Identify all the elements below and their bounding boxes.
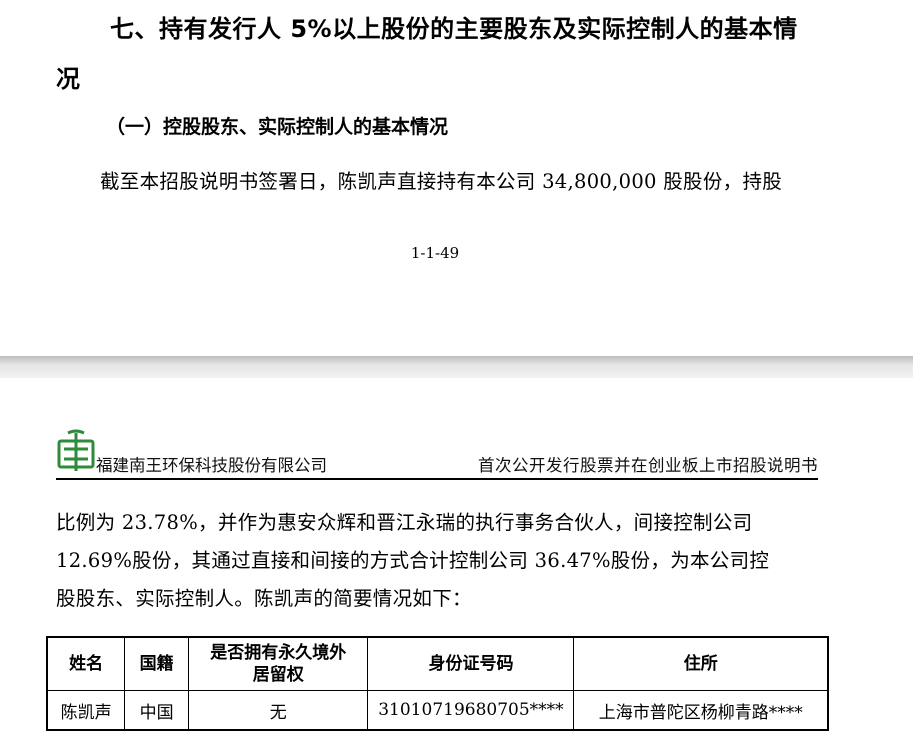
section-heading-line-1: 七、持有发行人 5%以上股份的主要股东及实际控制人的基本情 (110, 15, 798, 43)
header-permanent-residency: 是否拥有永久境外居留权 (188, 636, 369, 691)
document-title: 首次公开发行股票并在创业板上市招股说明书 (478, 456, 818, 475)
company-name: 福建南王环保科技股份有限公司 (96, 456, 327, 475)
header-id-number: 身份证号码 (367, 636, 575, 691)
header-address: 住所 (573, 636, 829, 691)
cell-permanent-residency: 无 (188, 690, 369, 731)
controller-info-table: 姓名 国籍 是否拥有永久境外居留权 身份证号码 住所 陈凯声 中国 无 3101… (46, 636, 829, 731)
cell-name: 陈凯声 (46, 690, 126, 731)
section-heading: 七、持有发行人 5%以上股份的主要股东及实际控制人的基本情 况 (56, 4, 836, 104)
company-logo-icon (57, 429, 95, 471)
document-page-lower: 福建南王环保科技股份有限公司 首次公开发行股票并在创业板上市招股说明书 比例为 … (0, 378, 913, 738)
header-nationality: 国籍 (124, 636, 190, 691)
cell-nationality: 中国 (124, 690, 190, 731)
body-paragraph: 截至本招股说明书签署日，陈凯声直接持有本公司 34,800,000 股股份，持股 (100, 170, 783, 193)
page-separator (0, 356, 913, 378)
page-header: 福建南王环保科技股份有限公司 首次公开发行股票并在创业板上市招股说明书 (56, 429, 818, 479)
paragraph-line: 比例为 23.78%，并作为惠安众辉和晋江永瑞的执行事务合伙人，间接控制公司 (56, 511, 753, 534)
body-paragraph-continued: 比例为 23.78%，并作为惠安众辉和晋江永瑞的执行事务合伙人，间接控制公司 1… (56, 504, 826, 618)
section-heading-line-2: 况 (56, 65, 81, 93)
cell-id-number: 31010719680705**** (367, 690, 575, 731)
document-page-upper: 七、持有发行人 5%以上股份的主要股东及实际控制人的基本情 况 （一）控股股东、… (0, 0, 913, 356)
paragraph-line: 12.69%股份，其通过直接和间接的方式合计控制公司 36.47%股份，为本公司… (56, 549, 770, 572)
header-rule (56, 478, 818, 480)
table-header-row: 姓名 国籍 是否拥有永久境外居留权 身份证号码 住所 (46, 636, 829, 691)
subsection-heading: （一）控股股东、实际控制人的基本情况 (106, 116, 449, 138)
header-name: 姓名 (46, 636, 126, 691)
table-row: 陈凯声 中国 无 31010719680705**** 上海市普陀区杨柳青路**… (46, 690, 829, 731)
cell-address: 上海市普陀区杨柳青路**** (573, 690, 829, 731)
page-number: 1-1-49 (410, 244, 460, 262)
paragraph-line: 股股东、实际控制人。陈凯声的简要情况如下： (56, 587, 472, 610)
